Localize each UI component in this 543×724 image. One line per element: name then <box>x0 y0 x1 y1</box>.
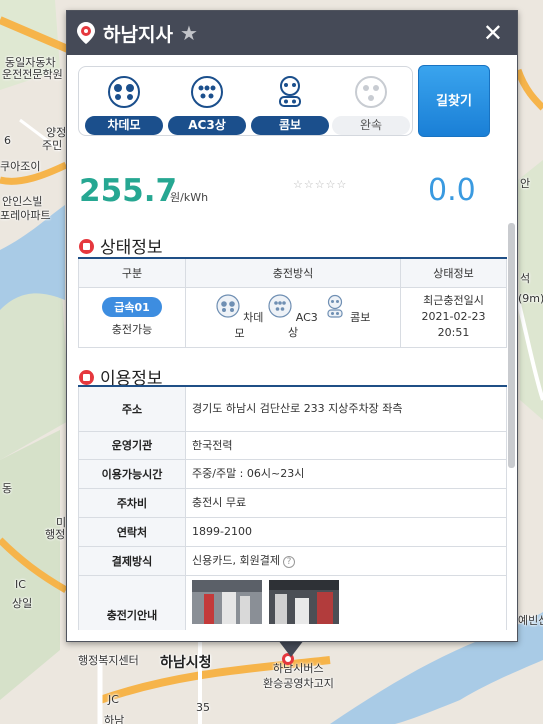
row-label: 주소 <box>78 385 186 432</box>
map-label: 상일 <box>12 597 33 610</box>
charger-photo-1[interactable] <box>192 579 262 624</box>
map-label: 예빈산 <box>518 614 543 627</box>
row-label: 주차비 <box>78 487 186 518</box>
popup-header: 하남지사 ★ ✕ <box>67 11 517 55</box>
connector-label: AC3상 <box>168 116 246 135</box>
map-label: 주민 <box>42 139 63 152</box>
location-pin-icon <box>77 22 95 44</box>
map-label: 행정복지센터 <box>78 654 139 667</box>
map-label: 6 <box>4 134 11 147</box>
popup-pointer <box>278 640 304 657</box>
slow-plug-icon <box>355 76 387 108</box>
charger-badge: 급속01 <box>102 297 162 317</box>
row-value: 1899-2100 <box>185 516 507 547</box>
status-time: 20:51 <box>437 326 470 339</box>
section-icon <box>79 370 94 385</box>
table-row: 주차비 충전시 무료 <box>78 487 507 518</box>
info-table: 주소 경기도 하남시 검단산로 233 지상주차장 좌측 운영기관 한국전력 이… <box>78 385 507 630</box>
charger-photo-2[interactable] <box>268 579 339 624</box>
table-row: 결제방식 신용카드, 회원결제? <box>78 545 507 576</box>
route-button[interactable]: 길찾기 <box>418 65 490 137</box>
row-value: 주중/주말 : 06시~23시 <box>185 458 507 489</box>
map-label: 쿠아조이 <box>0 160 41 173</box>
row-value: 신용카드, 회원결제? <box>185 545 507 576</box>
connector-ac3: AC3상 <box>168 75 246 135</box>
connector-combo: 콤보 <box>251 75 329 135</box>
table-header: 충전방식 <box>185 257 401 288</box>
row-value: 한국전력 <box>185 430 507 460</box>
table-row: 연락처 1899-2100 <box>78 516 507 547</box>
row-label: 운영기관 <box>78 430 186 460</box>
map-label: 안 <box>520 177 531 190</box>
status-date: 2021-02-23 <box>421 310 486 323</box>
row-label: 결제방식 <box>78 545 186 576</box>
map-label: 환승공영차고지 <box>263 677 334 690</box>
table-row: 주소 경기도 하남시 검단산로 233 지상주차장 좌측 <box>78 385 507 432</box>
charger-photos <box>185 574 507 630</box>
map-label: 석 <box>520 272 531 285</box>
map-label: 동 <box>2 482 13 495</box>
row-label: 이용가능시간 <box>78 458 186 489</box>
charging-types-cell: 차데모 AC3상 콤보 <box>185 286 401 348</box>
type-combo: 콤보 <box>322 294 372 325</box>
type-label: 콤보 <box>350 310 371 324</box>
row-label: 연락처 <box>78 516 186 547</box>
help-icon[interactable]: ? <box>282 556 295 568</box>
type-label: AC3상 <box>287 310 318 339</box>
status-cell: 최근충전일시 2021-02-23 20:51 <box>400 286 507 348</box>
charger-cell: 급속01 충전가능 <box>78 286 186 348</box>
map-label: 운전전문학원 <box>2 68 63 81</box>
price-unit: 원/kWh <box>170 191 209 204</box>
map-label: 행정 <box>45 528 66 541</box>
map-label: JC <box>108 693 119 706</box>
chademo-plug-icon <box>216 293 240 318</box>
table-header: 상태정보 <box>400 257 507 288</box>
connector-types: 차데모 AC3상 콤보 완속 <box>78 66 413 136</box>
price-value: 255.7 <box>79 173 178 209</box>
status-table: 구분 충전방식 상태정보 급속01 충전가능 차데모 AC3상 콤보 최근충전일… <box>78 257 507 348</box>
popup-scrollbar[interactable] <box>508 223 515 468</box>
connector-label: 콤보 <box>251 116 329 135</box>
section-icon <box>79 239 94 254</box>
station-popup: 하남지사 ★ ✕ 차데모 AC3상 콤보 완속 길찾기 255.7 원/kWh … <box>66 10 518 642</box>
section-title-text: 상태정보 <box>100 238 163 258</box>
map-label: IC <box>15 578 26 591</box>
chademo-plug-icon <box>108 76 140 108</box>
status-section-title: 상태정보 <box>79 233 163 258</box>
table-row: 이용가능시간 주중/주말 : 06시~23시 <box>78 458 507 489</box>
rating-value: 0.0 <box>428 173 476 208</box>
row-label: 충전기안내 <box>78 574 186 630</box>
popup-body[interactable]: 차데모 AC3상 콤보 완속 길찾기 255.7 원/kWh ☆☆☆☆☆ 0.0… <box>67 55 507 630</box>
star-rating-icon[interactable]: ☆☆☆☆☆ <box>293 178 347 191</box>
map-label: 하남 <box>104 714 125 724</box>
table-header: 구분 <box>78 257 186 288</box>
payment-text: 신용카드, 회원결제 <box>192 554 280 567</box>
ac3-plug-icon <box>268 293 292 318</box>
type-ac3: AC3상 <box>268 293 318 340</box>
station-title: 하남지사 <box>103 24 173 46</box>
map-label: 포레아파트 <box>0 209 51 222</box>
combo-plug-icon <box>327 294 343 318</box>
charger-state: 충전가능 <box>111 323 153 336</box>
row-value: 경기도 하남시 검단산로 233 지상주차장 좌측 <box>185 385 507 432</box>
table-header-row: 구분 충전방식 상태정보 <box>78 257 507 288</box>
map-label: 35 <box>196 701 210 714</box>
map-label: 하남시청 <box>160 655 212 671</box>
status-label: 최근충전일시 <box>423 294 484 307</box>
table-row: 급속01 충전가능 차데모 AC3상 콤보 최근충전일시 2021-02-23 … <box>78 286 507 348</box>
type-chademo: 차데모 <box>215 293 265 341</box>
close-icon[interactable]: ✕ <box>483 19 503 47</box>
ac3-plug-icon <box>191 76 223 108</box>
connector-chademo: 차데모 <box>85 75 163 135</box>
table-row: 운영기관 한국전력 <box>78 430 507 460</box>
row-value: 충전시 무료 <box>185 487 507 518</box>
connector-label: 완속 <box>332 116 410 135</box>
connector-label: 차데모 <box>85 116 163 135</box>
map-label: (9m) <box>518 292 543 305</box>
connector-slow: 완속 <box>332 75 410 135</box>
favorite-star-icon[interactable]: ★ <box>180 21 198 45</box>
table-row: 충전기안내 <box>78 574 507 630</box>
combo-plug-icon <box>279 76 301 107</box>
